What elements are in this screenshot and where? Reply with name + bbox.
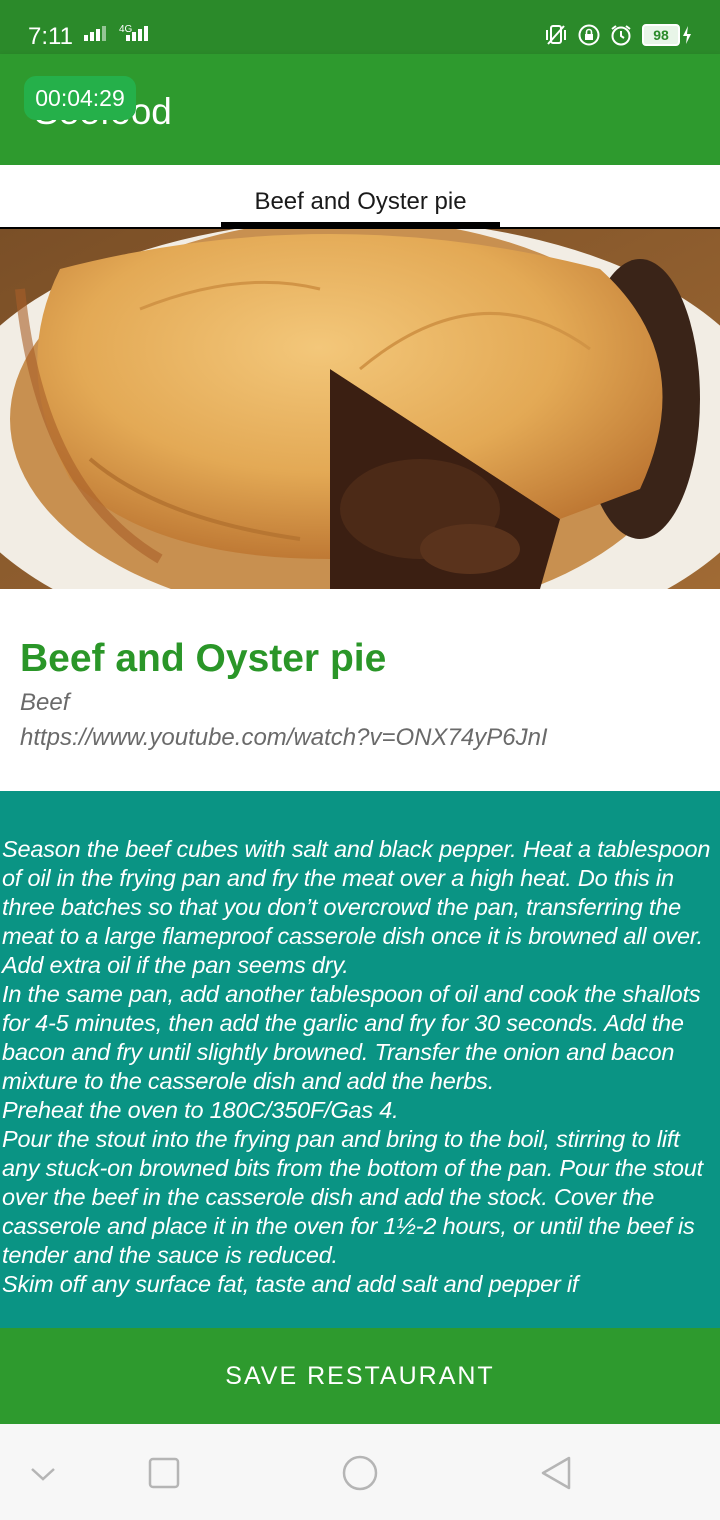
signal-icon-secondary (126, 26, 148, 41)
back-icon[interactable] (535, 1452, 577, 1494)
signal-icon (84, 26, 106, 41)
charging-icon (682, 25, 692, 45)
lock-icon (578, 24, 600, 46)
alarm-icon (610, 24, 632, 46)
screen-recording-timer[interactable]: 00:04:29 (24, 76, 136, 120)
recipe-category: Beef (20, 689, 70, 716)
recipe-instructions: Season the beef cubes with salt and blac… (2, 836, 711, 1297)
status-time: 7:11 (28, 23, 73, 50)
recipe-video-link[interactable]: https://www.youtube.com/watch?v=ONX74yP6… (20, 720, 580, 755)
home-icon[interactable] (339, 1452, 381, 1494)
status-bar: 7:11 4G 98 (0, 0, 720, 54)
tab-strip: Beef and Oyster pie (0, 165, 720, 229)
recipe-meta: Beef https://www.youtube.com/watch?v=ONX… (20, 685, 580, 757)
tab-beef-and-oyster-pie[interactable]: Beef and Oyster pie (221, 165, 500, 227)
tab-indicator (221, 222, 500, 227)
instructions-panel[interactable]: Season the beef cubes with salt and blac… (0, 791, 720, 1328)
hide-keyboard-icon[interactable] (22, 1452, 64, 1494)
vibrate-icon (544, 24, 568, 46)
battery-icon: 98 (642, 24, 680, 46)
recipe-details: Beef and Oyster pie Beef https://www.you… (0, 589, 720, 791)
recents-icon[interactable] (143, 1452, 185, 1494)
system-nav-bar (0, 1424, 720, 1520)
recipe-title: Beef and Oyster pie (20, 637, 387, 680)
recipe-image (0, 229, 720, 589)
save-restaurant-button[interactable]: SAVE RESTAURANT (0, 1328, 720, 1424)
